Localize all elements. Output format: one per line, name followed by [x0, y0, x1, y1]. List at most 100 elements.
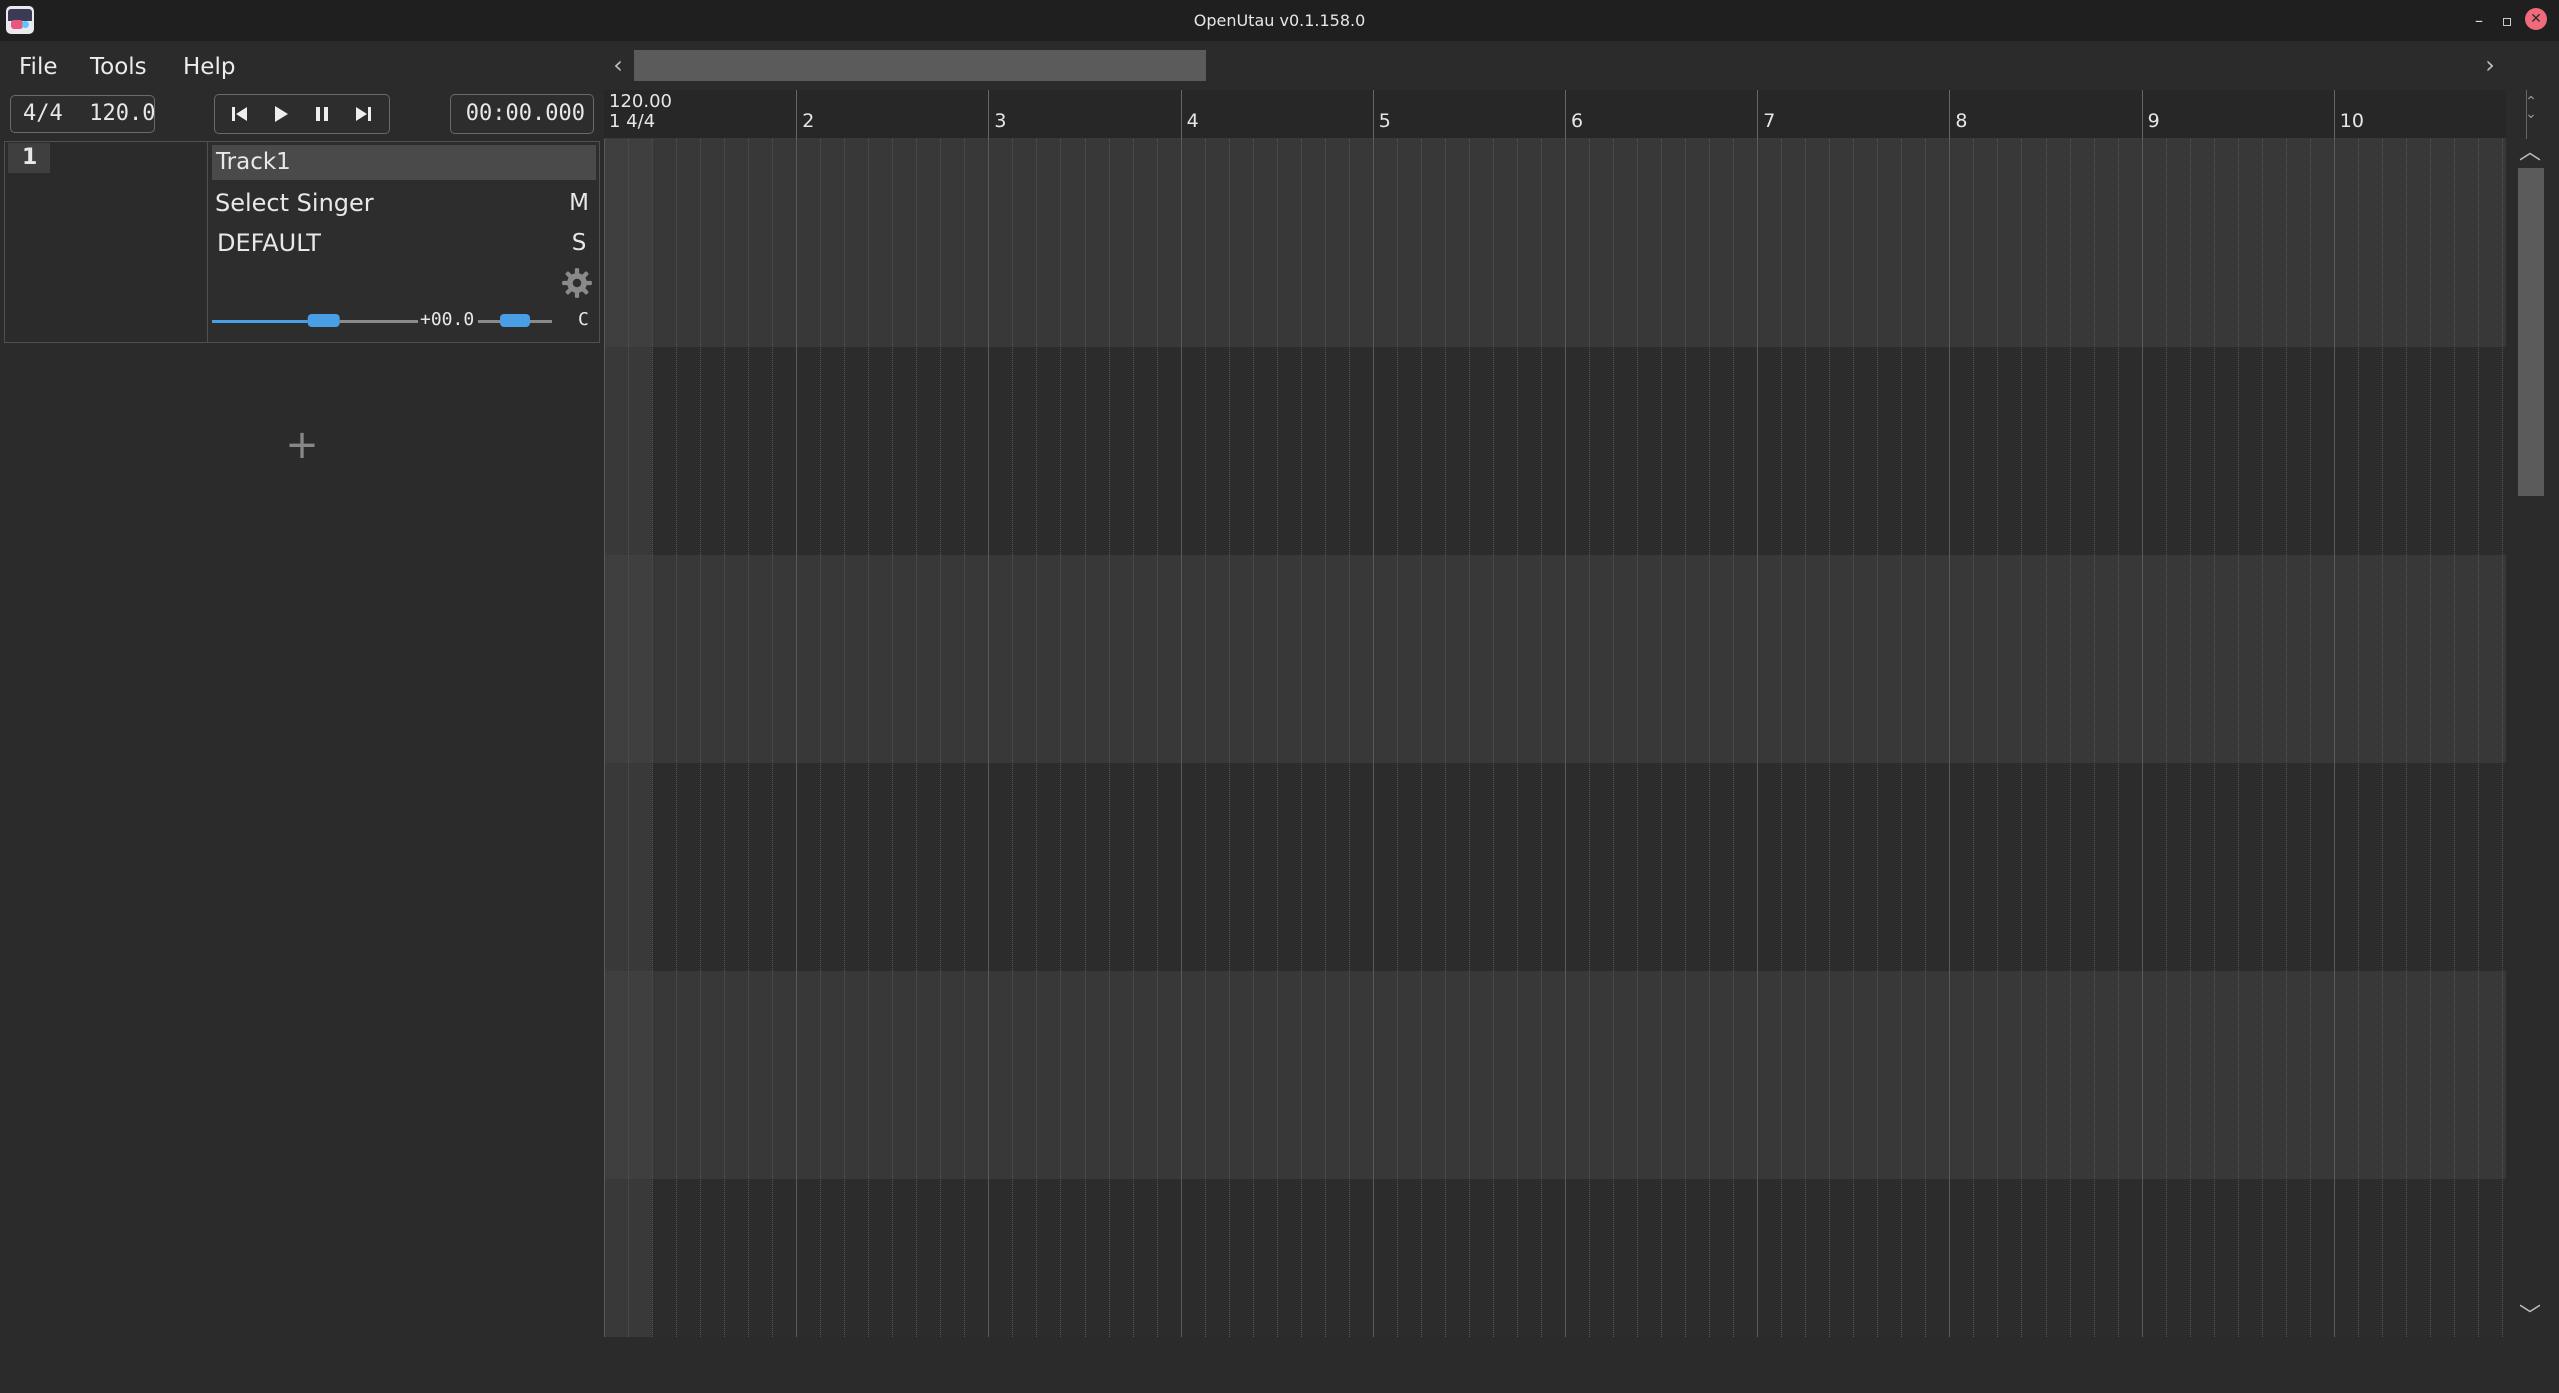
scroll-down-button[interactable]: ﹀	[2517, 1304, 2543, 1330]
mute-button[interactable]: M	[564, 186, 594, 220]
beat-line	[2045, 139, 2047, 1337]
solo-button[interactable]: S	[564, 226, 594, 260]
bar-line	[988, 139, 990, 1337]
beat-line	[1901, 139, 1903, 1337]
horizontal-scrollbar-thumb[interactable]	[634, 50, 1206, 81]
status-bar	[0, 1340, 2559, 1393]
ruler-bar-line	[1949, 90, 1951, 139]
beat-line	[940, 139, 942, 1337]
skip-to-end-button[interactable]	[346, 99, 380, 129]
beat-line	[2021, 139, 2023, 1337]
beat-line	[2093, 139, 2095, 1337]
bar-number-label: 10	[2339, 110, 2364, 132]
beat-line	[1084, 139, 1086, 1337]
volume-slider[interactable]	[212, 310, 418, 332]
gear-icon[interactable]	[560, 266, 594, 300]
beat-line	[1709, 139, 1711, 1337]
select-singer-button[interactable]: Select Singer	[215, 186, 374, 220]
beat-line	[1396, 139, 1398, 1337]
beat-line	[2357, 139, 2359, 1337]
pause-icon	[316, 107, 328, 121]
beat-line	[1300, 139, 1302, 1337]
bar-number-label: 2	[802, 110, 815, 132]
beat-line	[1925, 139, 1927, 1337]
skip-to-end-icon	[356, 107, 371, 121]
time-signature[interactable]: 4/4	[23, 101, 63, 126]
track-lane[interactable]	[604, 555, 2506, 763]
scroll-right-button[interactable]: ›	[2476, 50, 2504, 80]
track-number[interactable]: 1	[8, 143, 50, 173]
beat-line	[652, 139, 654, 1337]
menu-tools[interactable]: Tools	[90, 50, 147, 84]
bar-line	[1757, 139, 1759, 1337]
playback-position-display[interactable]: 00:00.000	[450, 94, 594, 134]
minimize-button[interactable]: –	[2466, 8, 2492, 34]
beat-line	[1492, 139, 1494, 1337]
transport-controls	[214, 94, 390, 134]
track-grid[interactable]	[604, 139, 2506, 1337]
add-track-button[interactable]: +	[284, 425, 320, 465]
beat-line	[1036, 139, 1038, 1337]
beat-line	[1108, 139, 1110, 1337]
beat-line	[1661, 139, 1663, 1337]
beat-line	[1276, 139, 1278, 1337]
skip-to-start-icon	[232, 107, 247, 121]
beat-line	[1540, 139, 1542, 1337]
beat-line	[2189, 139, 2191, 1337]
beat-line	[1685, 139, 1687, 1337]
beat-line	[1733, 139, 1735, 1337]
beat-line	[2285, 139, 2287, 1337]
track-lane[interactable]	[604, 139, 2506, 347]
beat-line	[1613, 139, 1615, 1337]
tempo-value[interactable]: 120.00	[89, 101, 154, 126]
track-lane[interactable]	[604, 971, 2506, 1179]
volume-value: +00.0	[420, 309, 475, 330]
bar-number-label: 5	[1378, 110, 1391, 132]
ruler-bar-line	[1757, 90, 1759, 139]
track-lane[interactable]	[604, 1179, 2506, 1337]
bar-line	[1565, 139, 1566, 1337]
scroll-up-button[interactable]: ︿	[2517, 140, 2543, 166]
pan-slider[interactable]	[478, 310, 552, 332]
zoom-handle-icon[interactable]: ⌃ ⌄	[2520, 95, 2542, 130]
beat-line	[2165, 139, 2167, 1337]
play-button[interactable]	[264, 99, 298, 129]
vertical-scrollbar-thumb[interactable]	[2518, 168, 2544, 496]
beat-line	[1997, 139, 1999, 1337]
track-lane[interactable]	[604, 347, 2506, 555]
close-button[interactable]: ✕	[2525, 8, 2547, 30]
menu-file[interactable]: File	[19, 50, 58, 84]
bar-number-label: 8	[1955, 110, 1968, 132]
skip-to-start-button[interactable]	[223, 99, 257, 129]
timeline-ruler[interactable]: 2 3 4 5 6 7 8 9 10	[604, 90, 2527, 139]
scroll-left-button[interactable]: ‹	[604, 50, 632, 80]
beat-line	[1516, 139, 1518, 1337]
beat-line	[1468, 139, 1470, 1337]
beat-line	[2261, 139, 2263, 1337]
ruler-bar-line	[1565, 90, 1566, 139]
maximize-button[interactable]: ▫	[2494, 8, 2520, 34]
bar-number-label: 9	[2147, 110, 2160, 132]
track-lane[interactable]	[604, 763, 2506, 971]
beat-line	[748, 139, 750, 1337]
time-signature-marker[interactable]: 1 4/4	[609, 112, 655, 132]
beat-line	[1877, 139, 1879, 1337]
beat-line	[2117, 139, 2119, 1337]
beat-line	[2453, 139, 2455, 1337]
tempo-marker[interactable]: 120.00	[609, 92, 672, 112]
pause-button[interactable]	[305, 99, 339, 129]
beat-line	[1348, 139, 1350, 1337]
beat-line	[2309, 139, 2311, 1337]
beat-line	[2429, 139, 2431, 1337]
beat-line	[1156, 139, 1158, 1337]
bar-line	[1372, 139, 1374, 1337]
time-signature-tempo-display[interactable]: 4/4 120.00	[10, 95, 155, 133]
beat-line	[700, 139, 702, 1337]
menu-help[interactable]: Help	[183, 50, 235, 84]
bar-number-label: 6	[1571, 110, 1584, 132]
beat-line	[2069, 139, 2071, 1337]
beat-line	[1228, 139, 1230, 1337]
track-name-field[interactable]: Track1	[212, 145, 596, 180]
bar-line	[2333, 139, 2335, 1337]
phonemizer-button[interactable]: DEFAULT	[217, 226, 321, 260]
